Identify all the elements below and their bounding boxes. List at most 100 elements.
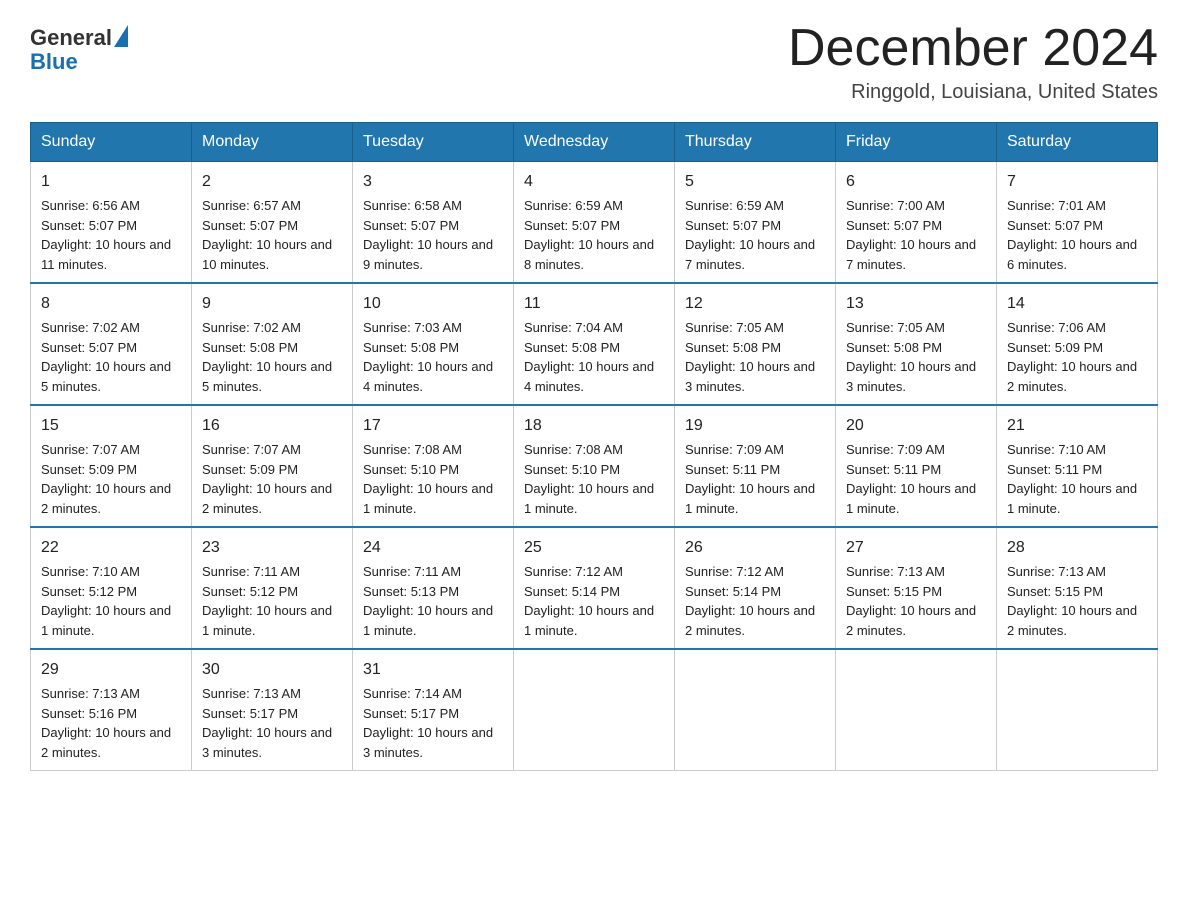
day-info: Sunrise: 7:12 AMSunset: 5:14 PMDaylight:… [685, 564, 815, 638]
day-number: 27 [846, 536, 986, 560]
day-number: 22 [41, 536, 181, 560]
day-info: Sunrise: 6:58 AMSunset: 5:07 PMDaylight:… [363, 198, 493, 272]
day-info: Sunrise: 7:01 AMSunset: 5:07 PMDaylight:… [1007, 198, 1137, 272]
table-row: 20 Sunrise: 7:09 AMSunset: 5:11 PMDaylig… [836, 405, 997, 527]
day-info: Sunrise: 6:57 AMSunset: 5:07 PMDaylight:… [202, 198, 332, 272]
table-row: 11 Sunrise: 7:04 AMSunset: 5:08 PMDaylig… [514, 283, 675, 405]
calendar-week-row: 29 Sunrise: 7:13 AMSunset: 5:16 PMDaylig… [31, 649, 1158, 771]
day-number: 1 [41, 170, 181, 194]
table-row: 10 Sunrise: 7:03 AMSunset: 5:08 PMDaylig… [353, 283, 514, 405]
table-row: 1 Sunrise: 6:56 AMSunset: 5:07 PMDayligh… [31, 162, 192, 284]
day-info: Sunrise: 7:13 AMSunset: 5:15 PMDaylight:… [1007, 564, 1137, 638]
day-number: 24 [363, 536, 503, 560]
calendar-week-row: 22 Sunrise: 7:10 AMSunset: 5:12 PMDaylig… [31, 527, 1158, 649]
col-header-sunday: Sunday [31, 123, 192, 162]
page-header: General Blue December 2024 Ringgold, Lou… [30, 20, 1158, 104]
day-number: 16 [202, 414, 342, 438]
table-row: 28 Sunrise: 7:13 AMSunset: 5:15 PMDaylig… [997, 527, 1158, 649]
table-row: 18 Sunrise: 7:08 AMSunset: 5:10 PMDaylig… [514, 405, 675, 527]
day-number: 10 [363, 292, 503, 316]
table-row [514, 649, 675, 771]
table-row: 21 Sunrise: 7:10 AMSunset: 5:11 PMDaylig… [997, 405, 1158, 527]
day-number: 8 [41, 292, 181, 316]
table-row: 25 Sunrise: 7:12 AMSunset: 5:14 PMDaylig… [514, 527, 675, 649]
table-row [836, 649, 997, 771]
day-number: 29 [41, 658, 181, 682]
day-info: Sunrise: 7:11 AMSunset: 5:13 PMDaylight:… [363, 564, 493, 638]
day-info: Sunrise: 7:02 AMSunset: 5:07 PMDaylight:… [41, 320, 171, 394]
table-row: 5 Sunrise: 6:59 AMSunset: 5:07 PMDayligh… [675, 162, 836, 284]
day-info: Sunrise: 7:08 AMSunset: 5:10 PMDaylight:… [524, 442, 654, 516]
day-info: Sunrise: 7:05 AMSunset: 5:08 PMDaylight:… [685, 320, 815, 394]
day-number: 19 [685, 414, 825, 438]
day-number: 18 [524, 414, 664, 438]
table-row: 22 Sunrise: 7:10 AMSunset: 5:12 PMDaylig… [31, 527, 192, 649]
day-number: 9 [202, 292, 342, 316]
day-info: Sunrise: 7:13 AMSunset: 5:15 PMDaylight:… [846, 564, 976, 638]
day-info: Sunrise: 7:07 AMSunset: 5:09 PMDaylight:… [41, 442, 171, 516]
col-header-friday: Friday [836, 123, 997, 162]
day-number: 25 [524, 536, 664, 560]
day-info: Sunrise: 6:56 AMSunset: 5:07 PMDaylight:… [41, 198, 171, 272]
day-info: Sunrise: 6:59 AMSunset: 5:07 PMDaylight:… [524, 198, 654, 272]
day-info: Sunrise: 7:05 AMSunset: 5:08 PMDaylight:… [846, 320, 976, 394]
table-row: 16 Sunrise: 7:07 AMSunset: 5:09 PMDaylig… [192, 405, 353, 527]
table-row: 2 Sunrise: 6:57 AMSunset: 5:07 PMDayligh… [192, 162, 353, 284]
day-info: Sunrise: 7:10 AMSunset: 5:12 PMDaylight:… [41, 564, 171, 638]
day-number: 5 [685, 170, 825, 194]
day-number: 4 [524, 170, 664, 194]
table-row: 17 Sunrise: 7:08 AMSunset: 5:10 PMDaylig… [353, 405, 514, 527]
logo: General Blue [30, 20, 128, 74]
calendar-week-row: 15 Sunrise: 7:07 AMSunset: 5:09 PMDaylig… [31, 405, 1158, 527]
day-info: Sunrise: 7:07 AMSunset: 5:09 PMDaylight:… [202, 442, 332, 516]
day-info: Sunrise: 7:13 AMSunset: 5:16 PMDaylight:… [41, 686, 171, 760]
day-info: Sunrise: 7:12 AMSunset: 5:14 PMDaylight:… [524, 564, 654, 638]
calendar-week-row: 8 Sunrise: 7:02 AMSunset: 5:07 PMDayligh… [31, 283, 1158, 405]
table-row: 12 Sunrise: 7:05 AMSunset: 5:08 PMDaylig… [675, 283, 836, 405]
day-number: 3 [363, 170, 503, 194]
day-number: 26 [685, 536, 825, 560]
day-info: Sunrise: 7:10 AMSunset: 5:11 PMDaylight:… [1007, 442, 1137, 516]
table-row [675, 649, 836, 771]
day-info: Sunrise: 7:11 AMSunset: 5:12 PMDaylight:… [202, 564, 332, 638]
logo-general-text: General [30, 26, 128, 50]
logo-blue-label: Blue [30, 50, 128, 74]
table-row: 27 Sunrise: 7:13 AMSunset: 5:15 PMDaylig… [836, 527, 997, 649]
logo-triangle-icon [114, 25, 128, 47]
day-number: 21 [1007, 414, 1147, 438]
day-info: Sunrise: 7:08 AMSunset: 5:10 PMDaylight:… [363, 442, 493, 516]
col-header-tuesday: Tuesday [353, 123, 514, 162]
day-number: 2 [202, 170, 342, 194]
day-info: Sunrise: 7:02 AMSunset: 5:08 PMDaylight:… [202, 320, 332, 394]
table-row: 3 Sunrise: 6:58 AMSunset: 5:07 PMDayligh… [353, 162, 514, 284]
day-info: Sunrise: 7:13 AMSunset: 5:17 PMDaylight:… [202, 686, 332, 760]
day-info: Sunrise: 7:14 AMSunset: 5:17 PMDaylight:… [363, 686, 493, 760]
table-row: 15 Sunrise: 7:07 AMSunset: 5:09 PMDaylig… [31, 405, 192, 527]
table-row: 4 Sunrise: 6:59 AMSunset: 5:07 PMDayligh… [514, 162, 675, 284]
day-info: Sunrise: 7:09 AMSunset: 5:11 PMDaylight:… [685, 442, 815, 516]
day-info: Sunrise: 7:00 AMSunset: 5:07 PMDaylight:… [846, 198, 976, 272]
day-number: 7 [1007, 170, 1147, 194]
table-row: 23 Sunrise: 7:11 AMSunset: 5:12 PMDaylig… [192, 527, 353, 649]
day-number: 14 [1007, 292, 1147, 316]
day-number: 30 [202, 658, 342, 682]
table-row: 14 Sunrise: 7:06 AMSunset: 5:09 PMDaylig… [997, 283, 1158, 405]
table-row: 6 Sunrise: 7:00 AMSunset: 5:07 PMDayligh… [836, 162, 997, 284]
day-info: Sunrise: 7:09 AMSunset: 5:11 PMDaylight:… [846, 442, 976, 516]
col-header-saturday: Saturday [997, 123, 1158, 162]
table-row: 29 Sunrise: 7:13 AMSunset: 5:16 PMDaylig… [31, 649, 192, 771]
day-number: 31 [363, 658, 503, 682]
table-row: 30 Sunrise: 7:13 AMSunset: 5:17 PMDaylig… [192, 649, 353, 771]
table-row: 31 Sunrise: 7:14 AMSunset: 5:17 PMDaylig… [353, 649, 514, 771]
table-row: 26 Sunrise: 7:12 AMSunset: 5:14 PMDaylig… [675, 527, 836, 649]
day-number: 20 [846, 414, 986, 438]
table-row: 19 Sunrise: 7:09 AMSunset: 5:11 PMDaylig… [675, 405, 836, 527]
day-number: 15 [41, 414, 181, 438]
day-info: Sunrise: 6:59 AMSunset: 5:07 PMDaylight:… [685, 198, 815, 272]
table-row: 9 Sunrise: 7:02 AMSunset: 5:08 PMDayligh… [192, 283, 353, 405]
calendar-header-row: Sunday Monday Tuesday Wednesday Thursday… [31, 123, 1158, 162]
col-header-monday: Monday [192, 123, 353, 162]
table-row: 13 Sunrise: 7:05 AMSunset: 5:08 PMDaylig… [836, 283, 997, 405]
day-info: Sunrise: 7:04 AMSunset: 5:08 PMDaylight:… [524, 320, 654, 394]
day-number: 11 [524, 292, 664, 316]
